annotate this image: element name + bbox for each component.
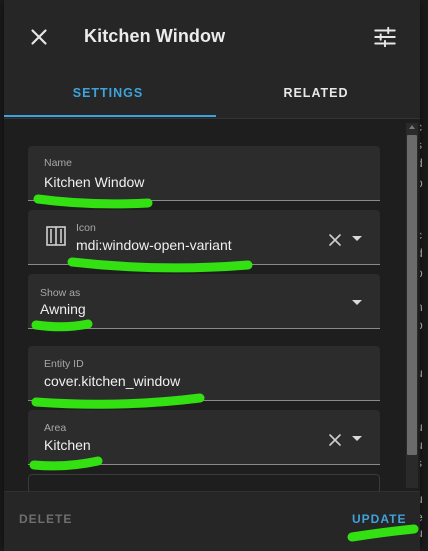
settings-form: Name Kitchen Window Icon mdi:window-open… bbox=[4, 119, 404, 491]
area-value: Kitchen bbox=[44, 437, 91, 453]
delete-button[interactable]: DELETE bbox=[19, 512, 72, 526]
show-as-label: Show as bbox=[40, 287, 81, 299]
close-button[interactable] bbox=[26, 24, 52, 50]
entity-id-label: Entity ID bbox=[44, 358, 84, 370]
area-field[interactable]: Area Kitchen bbox=[28, 410, 380, 465]
chevron-down-icon[interactable] bbox=[352, 436, 362, 441]
chevron-down-icon[interactable] bbox=[352, 236, 362, 241]
chevron-down-icon[interactable] bbox=[352, 300, 362, 305]
window-open-variant-icon bbox=[46, 226, 66, 246]
next-section-card bbox=[28, 474, 380, 491]
tab-settings[interactable]: SETTINGS bbox=[4, 72, 212, 118]
icon-label: Icon bbox=[76, 222, 96, 234]
clear-icon[interactable] bbox=[327, 432, 343, 448]
close-icon bbox=[31, 29, 47, 45]
show-as-value: Awning bbox=[40, 301, 86, 317]
show-as-select[interactable]: Show as Awning bbox=[28, 274, 380, 329]
clear-icon[interactable] bbox=[327, 232, 343, 248]
scrollbar-thumb[interactable] bbox=[407, 135, 417, 455]
area-label: Area bbox=[44, 422, 67, 434]
name-label: Name bbox=[44, 157, 73, 169]
tune-icon bbox=[374, 26, 396, 48]
entity-id-field[interactable]: Entity ID cover.kitchen_window bbox=[28, 346, 380, 401]
entity-id-value: cover.kitchen_window bbox=[44, 373, 181, 389]
dialog-footer: DELETE UPDATE bbox=[4, 491, 420, 551]
tab-bar: SETTINGS RELATED bbox=[4, 72, 420, 118]
scrollbar[interactable] bbox=[406, 123, 418, 488]
icon-field[interactable]: Icon mdi:window-open-variant bbox=[28, 210, 380, 265]
tab-related[interactable]: RELATED bbox=[212, 72, 420, 118]
name-field[interactable]: Name Kitchen Window bbox=[28, 146, 380, 201]
icon-value: mdi:window-open-variant bbox=[76, 237, 232, 253]
dialog-header: Kitchen Window bbox=[4, 0, 420, 72]
advanced-settings-button[interactable] bbox=[372, 24, 398, 50]
dialog-title: Kitchen Window bbox=[84, 26, 226, 46]
update-button[interactable]: UPDATE bbox=[352, 512, 406, 526]
active-tab-indicator bbox=[4, 115, 216, 117]
scroll-up-icon[interactable] bbox=[409, 125, 415, 129]
entity-settings-dialog: Kitchen Window SETTINGS RELATED Name Kit bbox=[4, 0, 420, 551]
name-value: Kitchen Window bbox=[44, 174, 145, 190]
